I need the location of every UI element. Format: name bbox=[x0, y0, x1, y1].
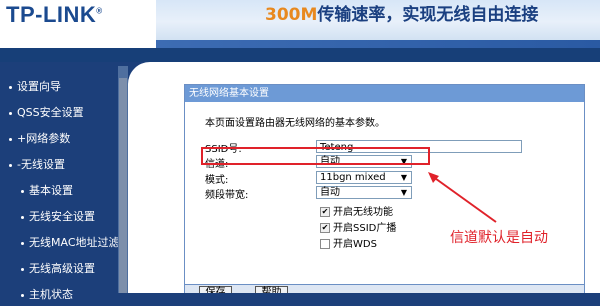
panel-title: 无线网络基本设置 bbox=[185, 85, 584, 102]
wireless-basic-settings-panel: 无线网络基本设置 本页面设置路由器无线网络的基本参数。 SSID号: Teten… bbox=[184, 84, 585, 293]
bullet-icon bbox=[21, 215, 24, 219]
sidebar-item-qss[interactable]: QSS安全设置 bbox=[9, 102, 84, 124]
main-content: 无线网络基本设置 本页面设置路由器无线网络的基本参数。 SSID号: Teten… bbox=[128, 62, 600, 293]
sidebar-scroll-thumb[interactable] bbox=[119, 78, 127, 293]
mode-select[interactable]: 11bgn mixed ▼ bbox=[316, 171, 412, 184]
sidebar-item-basic-settings[interactable]: 基本设置 bbox=[21, 180, 73, 202]
bullet-icon bbox=[9, 111, 12, 115]
annotation-text: 信道默认是自动 bbox=[450, 230, 548, 246]
help-button[interactable]: 帮助 bbox=[255, 286, 288, 293]
sidebar-item-wireless-advanced[interactable]: 无线高级设置 bbox=[21, 258, 95, 280]
logo-area: TP-LINK® bbox=[0, 0, 156, 48]
bullet-icon bbox=[9, 137, 12, 141]
sidebar-item-wireless[interactable]: -无线设置 bbox=[9, 154, 65, 176]
sidebar-item-network[interactable]: +网络参数 bbox=[9, 128, 70, 150]
enable-wireless-row[interactable]: ✔ 开启无线功能 bbox=[320, 203, 393, 218]
header-underline bbox=[156, 40, 600, 48]
enable-ssid-broadcast-row[interactable]: ✔ 开启SSID广播 bbox=[320, 219, 396, 234]
annotation-arrow-icon bbox=[428, 172, 497, 223]
header-slogan: 300M传输速率，实现无线自由连接 bbox=[265, 5, 539, 25]
bandwidth-label: 频段带宽: bbox=[205, 190, 249, 201]
bandwidth-select[interactable]: 自动 ▼ bbox=[316, 186, 412, 199]
sidebar-item-setup-wizard[interactable]: 设置向导 bbox=[9, 76, 61, 98]
save-button[interactable]: 保存 bbox=[199, 286, 232, 293]
sidebar-item-wireless-security[interactable]: 无线安全设置 bbox=[21, 206, 95, 228]
bullet-icon bbox=[21, 189, 24, 193]
header-divider bbox=[0, 48, 600, 62]
header-banner: TP-LINK® 300M传输速率，实现无线自由连接 bbox=[0, 0, 600, 48]
enable-wds-row[interactable]: 开启WDS bbox=[320, 235, 377, 250]
dropdown-arrow-icon: ▼ bbox=[400, 173, 407, 182]
panel-description: 本页面设置路由器无线网络的基本参数。 bbox=[205, 118, 385, 129]
enable-wireless-checkbox[interactable]: ✔ bbox=[320, 207, 330, 217]
enable-ssid-broadcast-checkbox[interactable]: ✔ bbox=[320, 223, 330, 233]
mode-label: 模式: bbox=[205, 175, 229, 186]
sidebar-item-mac-filter[interactable]: 无线MAC地址过滤 bbox=[21, 232, 120, 254]
tp-link-logo: TP-LINK® bbox=[6, 2, 103, 27]
sidebar-nav: 设置向导 QSS安全设置 +网络参数 -无线设置 基本设置 无线安全设置 无线M… bbox=[0, 62, 128, 301]
channel-highlight-box bbox=[201, 147, 430, 165]
enable-wds-checkbox[interactable] bbox=[320, 239, 330, 249]
dropdown-arrow-icon: ▼ bbox=[400, 188, 407, 197]
bullet-icon bbox=[21, 267, 24, 271]
panel-button-bar bbox=[185, 284, 584, 293]
bullet-icon bbox=[21, 241, 24, 245]
sidebar-item-host-status[interactable]: 主机状态 bbox=[21, 284, 73, 306]
bullet-icon bbox=[9, 85, 12, 89]
bullet-icon bbox=[9, 163, 12, 167]
bullet-icon bbox=[21, 293, 24, 297]
